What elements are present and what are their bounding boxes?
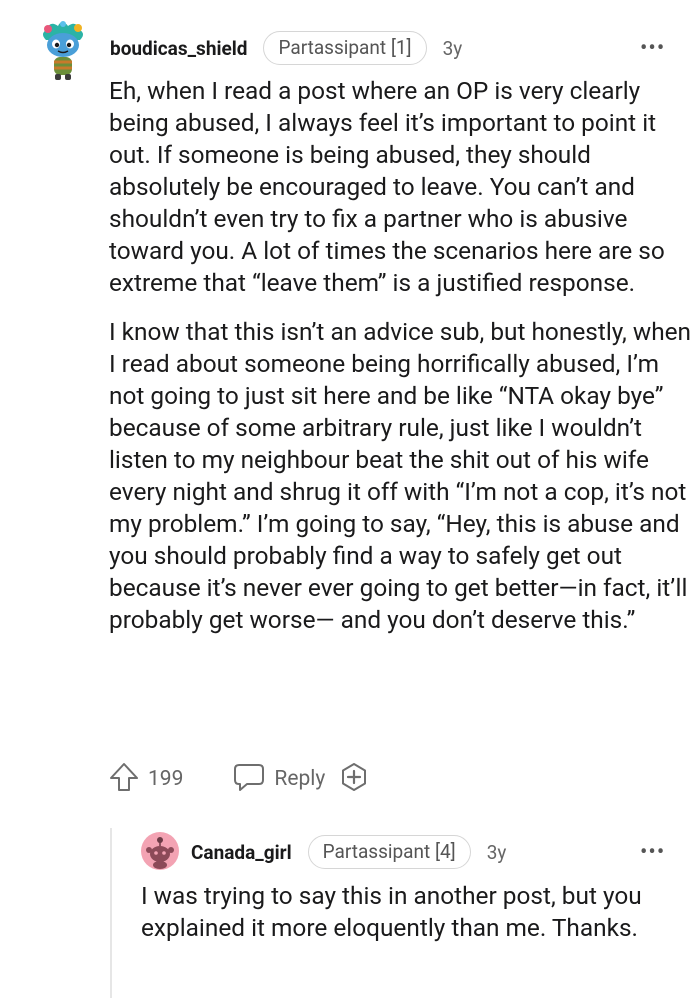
comment-age: 3y — [442, 36, 463, 60]
comment-header: boudicas_shield Partassipant [1] 3y — [110, 30, 462, 66]
more-options-icon[interactable]: ••• — [640, 36, 665, 61]
snoo-avatar-icon[interactable] — [36, 20, 88, 82]
user-flair: Partassipant [1] — [263, 31, 427, 65]
comment-author[interactable]: boudicas_shield — [110, 37, 247, 60]
snoo-default-avatar-icon[interactable] — [141, 832, 179, 870]
upvote-count: 199 — [148, 767, 184, 791]
reply-author[interactable]: Canada_girl — [191, 841, 292, 864]
reply-label: Reply — [274, 767, 326, 791]
thread-line[interactable] — [110, 828, 112, 998]
reply-icon — [233, 762, 265, 796]
comment-actions: 199 Reply — [108, 760, 369, 798]
upvote-icon[interactable] — [108, 761, 140, 797]
award-icon[interactable] — [339, 762, 369, 796]
reply-body: I was trying to say this in another post… — [141, 881, 642, 942]
user-flair: Partassipant [4] — [307, 835, 471, 869]
comment-paragraph: Eh, when I read a post where an OP is ve… — [109, 76, 665, 297]
comment-paragraph: I know that this isn’t an advice sub, bu… — [109, 317, 692, 634]
reply-header: Canada_girl Partassipant [4] 3y — [191, 834, 506, 870]
reply-age: 3y — [486, 840, 507, 864]
reply-button[interactable]: Reply — [233, 762, 325, 796]
more-options-icon[interactable]: ••• — [640, 840, 665, 865]
comment-body: Eh, when I read a post where an OP is ve… — [109, 75, 694, 653]
